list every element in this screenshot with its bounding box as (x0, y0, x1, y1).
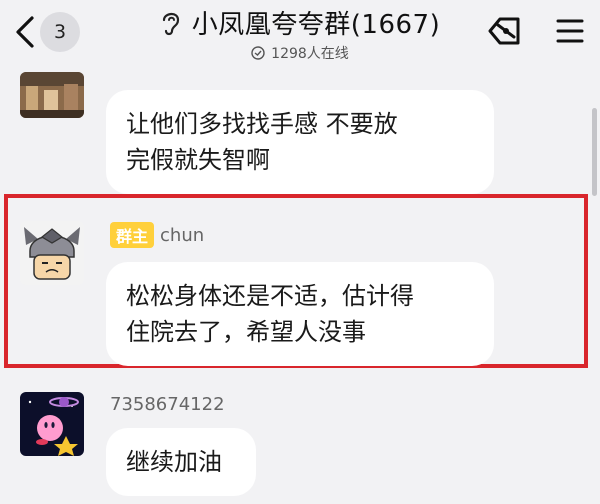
message-bubble[interactable]: 松松身体还是不适，估计得 住院去了，希望人没事 (106, 262, 494, 366)
clock-icon (251, 46, 265, 60)
message-bubble[interactable]: 继续加油 (106, 428, 256, 496)
online-count: 1298人在线 (271, 46, 349, 62)
chat-header: 3 小凤凰夸夸群(1667) 1298人在线 (0, 0, 600, 62)
sender-name[interactable]: chun (160, 225, 204, 246)
sender-row: 群主 chun (110, 222, 204, 248)
message-text-line: 松松身体还是不适，估计得 (126, 282, 414, 310)
scroll-indicator[interactable] (592, 108, 597, 196)
back-button[interactable]: 3 (14, 12, 80, 52)
message-text-line: 完假就失智啊 (126, 146, 270, 174)
ear-icon (162, 12, 179, 35)
sender-row: 7358674122 (110, 394, 225, 415)
menu-icon (556, 19, 584, 43)
tag-icon (488, 17, 520, 45)
title-area: 小凤凰夸夸群(1667) 1298人在线 (130, 4, 470, 63)
avatar[interactable] (20, 392, 84, 456)
group-owner-badge: 群主 (110, 222, 155, 248)
avatar[interactable] (20, 72, 84, 118)
message-bubble[interactable]: 让他们多找找手感 不要放 完假就失智啊 (106, 90, 494, 194)
message-text-line: 住院去了，希望人没事 (126, 318, 366, 346)
message-text-line: 让他们多找找手感 不要放 (126, 110, 398, 138)
back-chevron-icon (16, 16, 34, 48)
unread-count-badge: 3 (40, 12, 80, 52)
message-text-line: 继续加油 (126, 448, 222, 476)
avatar[interactable] (20, 221, 84, 285)
tag-button[interactable] (484, 14, 524, 52)
menu-button[interactable] (556, 18, 584, 48)
chat-title: 小凤凰夸夸群(1667) (191, 10, 441, 40)
sender-name[interactable]: 7358674122 (110, 394, 225, 415)
